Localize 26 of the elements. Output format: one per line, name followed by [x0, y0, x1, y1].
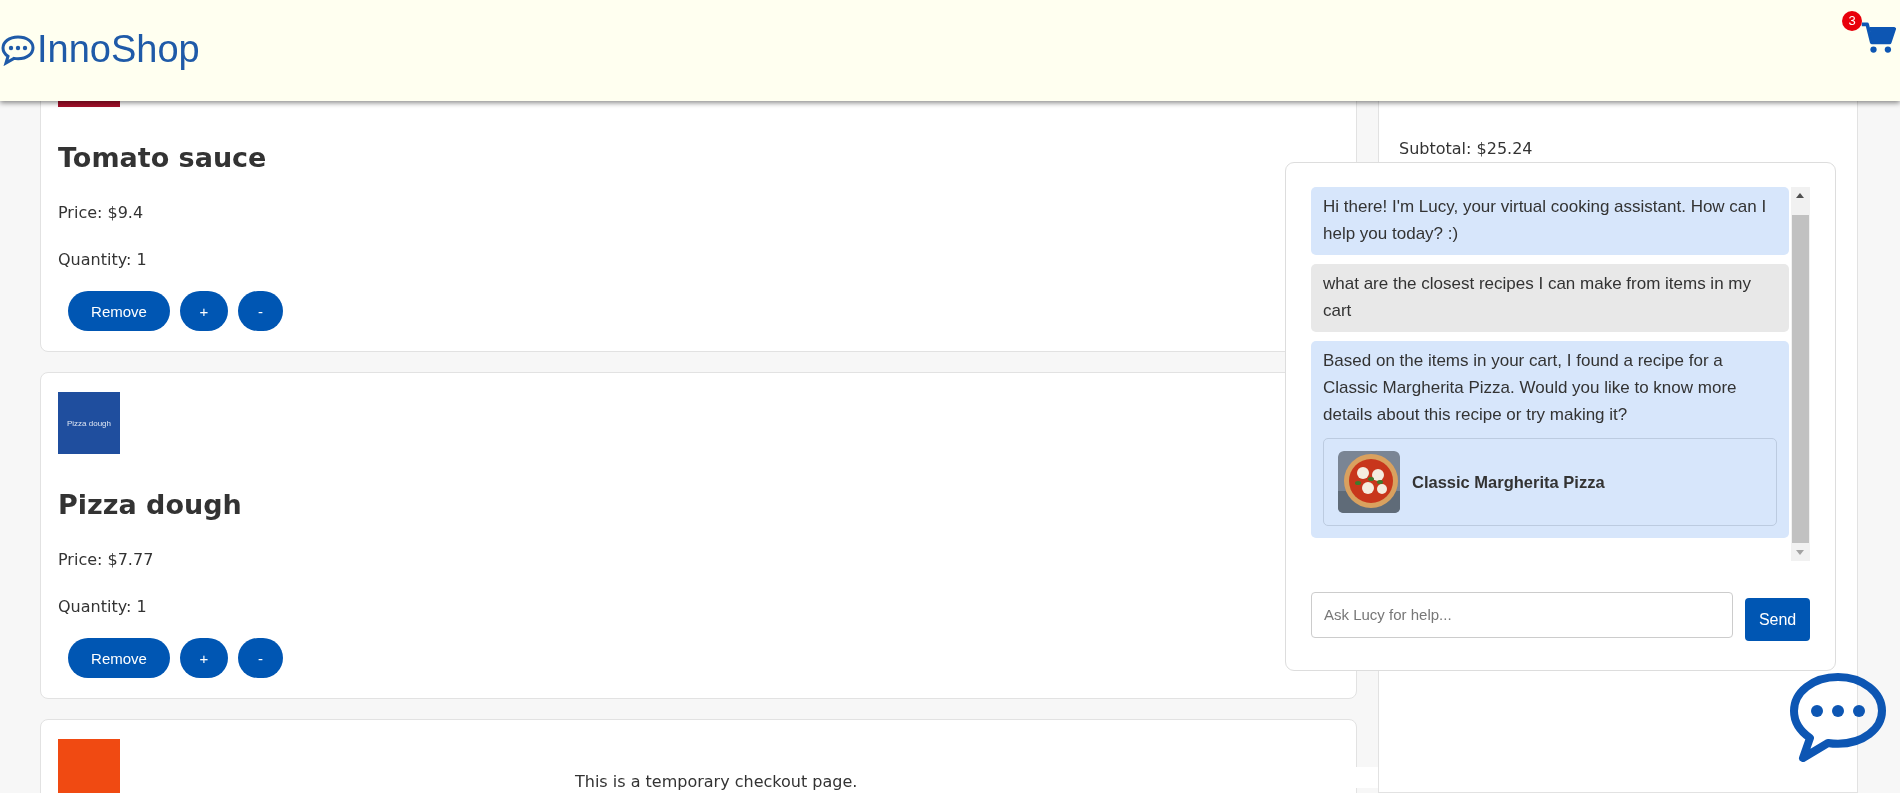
logo-text[interactable]: InnoShop	[37, 28, 200, 71]
product-price: Price: $9.4	[58, 202, 144, 224]
product-quantity: Quantity: 1	[58, 596, 147, 618]
plus-button[interactable]: +	[180, 638, 228, 678]
chat-input-field[interactable]: Ask Lucy for help...	[1311, 591, 1734, 638]
minus-button[interactable]: -	[238, 638, 283, 678]
product-name: Pizza dough	[58, 488, 242, 522]
message-text: what are the closest recipes I can make from items in my cart	[1323, 274, 1751, 320]
remove-button[interactable]: Remove	[68, 291, 170, 331]
product-price: Price: $7.77	[58, 549, 154, 571]
chat-bubble-icon	[0, 33, 36, 66]
message-text: Based on the items in your cart, I found a recipe for a Classic Margherita Pizza. Would you like to know more details about this recipe or try making it?	[1323, 351, 1737, 424]
cart-count-badge: 3	[1842, 10, 1862, 31]
message-text: Hi there! I'm Lucy, your virtual cooking assistant. How can I help you today? :)	[1323, 197, 1767, 243]
product-image: Pizza dough	[58, 392, 120, 454]
checkout-note: This is a temporary checkout page.	[575, 772, 858, 791]
plus-button[interactable]: +	[180, 291, 228, 331]
subtotal-text: Subtotal: $25.24	[1399, 139, 1534, 158]
recipe-title: Classic Margherita Pizza	[1412, 471, 1605, 493]
remove-button[interactable]: Remove	[68, 638, 170, 678]
send-button[interactable]: Send	[1745, 598, 1810, 641]
product-name: Tomato sauce	[58, 141, 267, 175]
product-quantity: Quantity: 1	[58, 249, 147, 271]
minus-button[interactable]: -	[238, 291, 283, 331]
recipe-card[interactable]: Classic Margherita Pizza	[1323, 438, 1777, 526]
scrollbar[interactable]	[1791, 187, 1810, 561]
